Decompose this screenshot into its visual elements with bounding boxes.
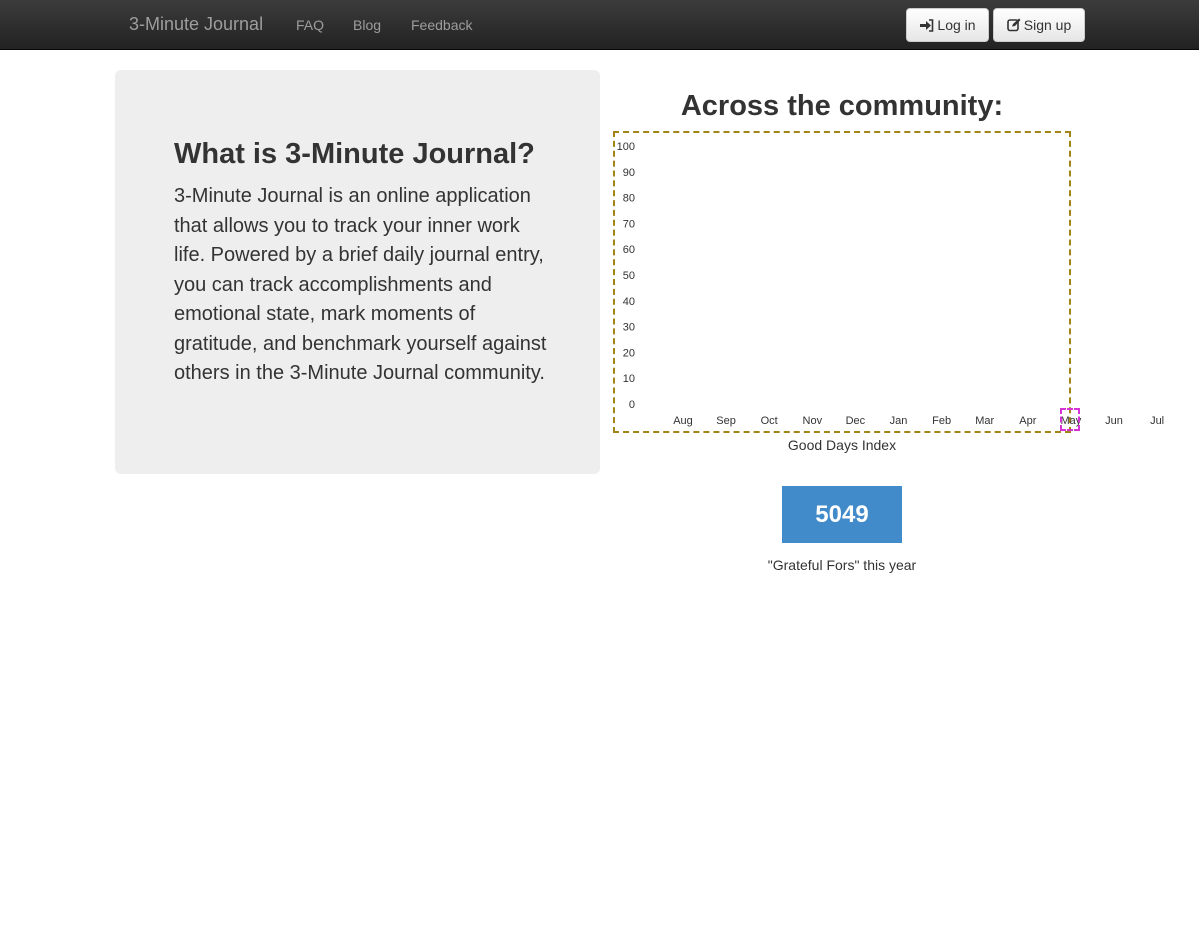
y-tick-label: 80: [623, 193, 635, 205]
x-tick-label: Jan: [890, 415, 908, 427]
good-days-chart: 0 10 20 30 40 50 60 70 80 90 100 Aug Sep Oct Nov Dec Jan…: [617, 141, 1164, 427]
y-tick-label: 100: [617, 141, 635, 153]
x-tick-label: Nov: [803, 415, 823, 427]
y-tick-label: 60: [623, 244, 635, 256]
grateful-fors-count: 5049: [782, 486, 902, 543]
x-tick-label: Jul: [1150, 415, 1164, 427]
x-tick-label: Dec: [846, 415, 866, 427]
y-tick-label: 90: [623, 167, 635, 179]
x-tick-label: Apr: [1019, 415, 1036, 427]
y-tick-label: 10: [623, 373, 635, 385]
y-tick-label: 0: [629, 399, 635, 411]
y-tick-label: 50: [623, 270, 635, 282]
x-tick-label: Aug: [673, 415, 693, 427]
current-month-marker: [1060, 408, 1080, 431]
x-tick-label: Feb: [932, 415, 951, 427]
chart-xlabel: Good Days Index: [787, 437, 897, 453]
x-tick-label: Mar: [975, 415, 994, 427]
x-tick-label: Sep: [716, 415, 736, 427]
x-tick-label: Jun: [1105, 415, 1123, 427]
y-tick-label: 30: [623, 322, 635, 334]
x-tick-label: Oct: [761, 415, 778, 427]
y-tick-label: 40: [623, 296, 635, 308]
y-tick-label: 20: [623, 347, 635, 359]
y-tick-label: 70: [623, 218, 635, 230]
grateful-fors-caption: "Grateful Fors" this year: [767, 557, 917, 573]
